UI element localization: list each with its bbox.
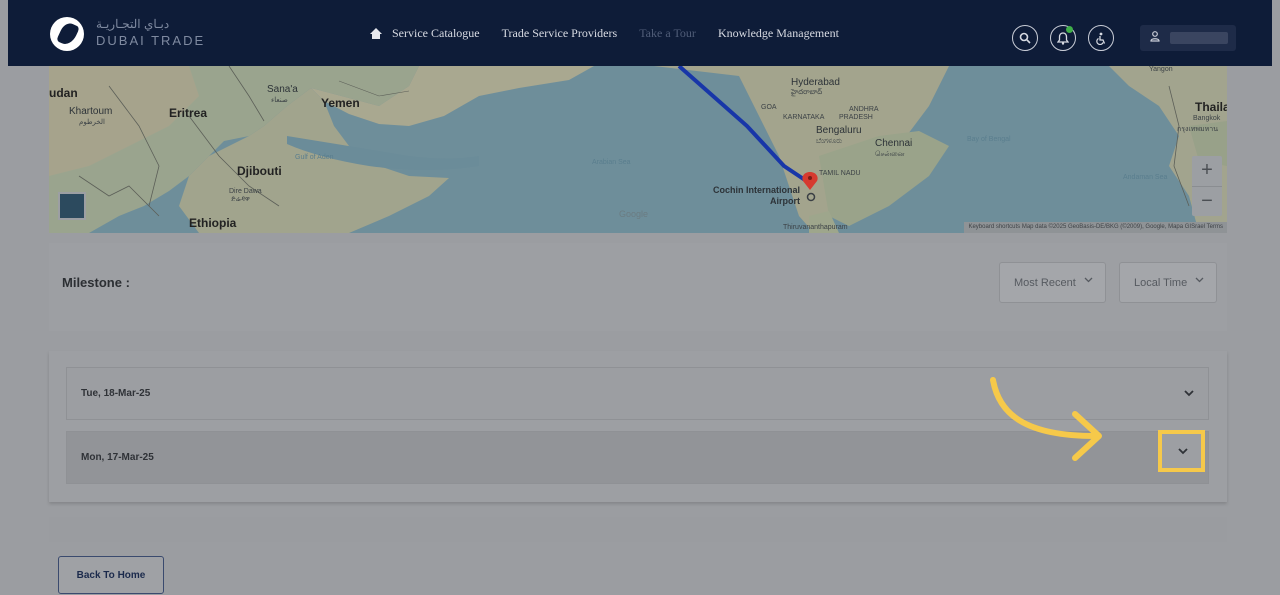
shipment-route-map[interactable]: udan Khartoum الخرطوم Eritrea Sana'a صنع… (49, 66, 1227, 233)
accordion-date: Tue, 18-Mar-25 (81, 388, 151, 399)
home-icon[interactable] (370, 27, 382, 39)
chevron-down-icon (1178, 444, 1188, 458)
map-label-khartoum-ar: الخرطوم (79, 119, 105, 126)
accordion-date: Mon, 17-Mar-25 (81, 452, 154, 463)
sort-order-value: Most Recent (1014, 276, 1076, 289)
map-label-cochin-airport: Airport (770, 196, 800, 206)
map-label-gulf-of-aden: Gulf of Aden (295, 154, 334, 161)
map-label-ethiopia: Ethiopia (189, 216, 237, 230)
map-label-sanaa-ar: صنعاء (271, 97, 288, 104)
milestone-header: Milestone : Most Recent Local Time (49, 243, 1227, 331)
zoom-out-button[interactable]: − (1192, 186, 1222, 216)
map-label-yangon: Yangon (1149, 66, 1173, 73)
map-label-sanaa: Sana'a (267, 84, 298, 95)
expand-toggle-highlighted[interactable] (1158, 430, 1205, 472)
map-label-hyderabad-local: హైదరాబాద్ (791, 89, 823, 96)
map-attribution[interactable]: Keyboard shortcuts Map data ©2025 GeoBas… (964, 222, 1227, 233)
accessibility-icon (1096, 32, 1106, 45)
zoom-in-button[interactable]: + (1192, 156, 1222, 186)
map-type-toggle[interactable] (58, 192, 86, 220)
map-label-hyderabad: Hyderabad (791, 77, 840, 88)
notification-bell-icon (1057, 31, 1069, 45)
map-label-arabian-sea: Arabian Sea (592, 159, 631, 166)
map-label-dire-dawa-local: ድሬዳዋ (231, 196, 250, 203)
map-background (49, 66, 1227, 233)
map-label-bengaluru: Bengaluru (816, 125, 862, 136)
map-label-dire-dawa: Dire Dawa (229, 188, 262, 195)
map-label-cochin: Cochin International (713, 185, 801, 195)
map-zoom-control: + − (1192, 156, 1222, 216)
section-divider (49, 517, 1227, 542)
notification-dot (1066, 26, 1073, 33)
time-zone-select[interactable]: Local Time (1119, 262, 1217, 303)
map-label-bangkok-local: กรุงเทพมหาน (1177, 126, 1218, 133)
user-menu[interactable] (1140, 25, 1236, 51)
logo-arabic-text: دبـاي التجـاريـة (96, 17, 170, 31)
back-to-home-button[interactable]: Back To Home (58, 556, 164, 594)
map-label-tamil-nadu: TAMIL NADU (819, 170, 861, 177)
top-navigation-bar: دبـاي التجـاريـة DUBAI TRADE Service Cat… (8, 0, 1272, 66)
map-label-bengaluru-local: ಬೆಂಗಳೂರು (816, 138, 843, 145)
map-label-karnataka: KARNATAKA (783, 114, 825, 121)
notifications-button[interactable] (1050, 25, 1076, 51)
user-icon (1150, 31, 1160, 45)
map-label-djibouti: Djibouti (237, 164, 282, 178)
map-label-chennai-local: சென்னை (875, 151, 905, 158)
nav-trade-service-providers[interactable]: Trade Service Providers (502, 26, 618, 41)
nav-service-catalogue-label: Service Catalogue (392, 25, 480, 40)
map-label-thailand: Thailan (1195, 100, 1227, 114)
google-logo: Google (619, 209, 649, 219)
chevron-down-icon (1195, 275, 1204, 286)
map-label-pradesh: PRADESH (839, 114, 873, 121)
map-label-khartoum: Khartoum (69, 106, 113, 117)
dubai-trade-logo[interactable]: دبـاي التجـاريـة DUBAI TRADE (50, 17, 340, 53)
map-label-bay-of-bengal: Bay of Bengal (967, 136, 1011, 143)
map-label-yemen: Yemen (321, 96, 360, 110)
map-label-goa: GOA (761, 104, 777, 111)
user-name-redacted (1170, 32, 1228, 44)
nav-service-catalogue[interactable]: Service Catalogue (370, 26, 480, 41)
sort-order-select[interactable]: Most Recent (999, 262, 1106, 303)
logo-emblem-icon (50, 17, 84, 51)
map-label-eritrea: Eritrea (169, 106, 208, 120)
time-zone-value: Local Time (1134, 276, 1188, 289)
chevron-down-icon (1084, 275, 1093, 286)
main-nav: Service Catalogue Trade Service Provider… (370, 0, 861, 66)
nav-knowledge-management[interactable]: Knowledge Management (718, 26, 839, 41)
milestone-title: Milestone : (62, 275, 130, 290)
map-label-chennai: Chennai (875, 138, 913, 149)
tutorial-arrow-icon (990, 377, 1102, 461)
search-button[interactable] (1012, 25, 1038, 51)
logo-english-text: DUBAI TRADE (96, 33, 206, 48)
map-label-sudan: udan (49, 86, 78, 100)
map-label-thiruvananthapuram: Thiruvananthapuram (783, 224, 848, 231)
search-icon (1019, 32, 1031, 44)
map-label-bangkok: Bangkok (1193, 115, 1221, 122)
chevron-down-icon[interactable] (1184, 386, 1194, 400)
map-label-andaman-sea: Andaman Sea (1123, 174, 1168, 181)
nav-take-a-tour[interactable]: Take a Tour (639, 26, 696, 41)
accessibility-button[interactable] (1088, 25, 1114, 51)
map-label-andhra: ANDHRA (849, 106, 879, 113)
